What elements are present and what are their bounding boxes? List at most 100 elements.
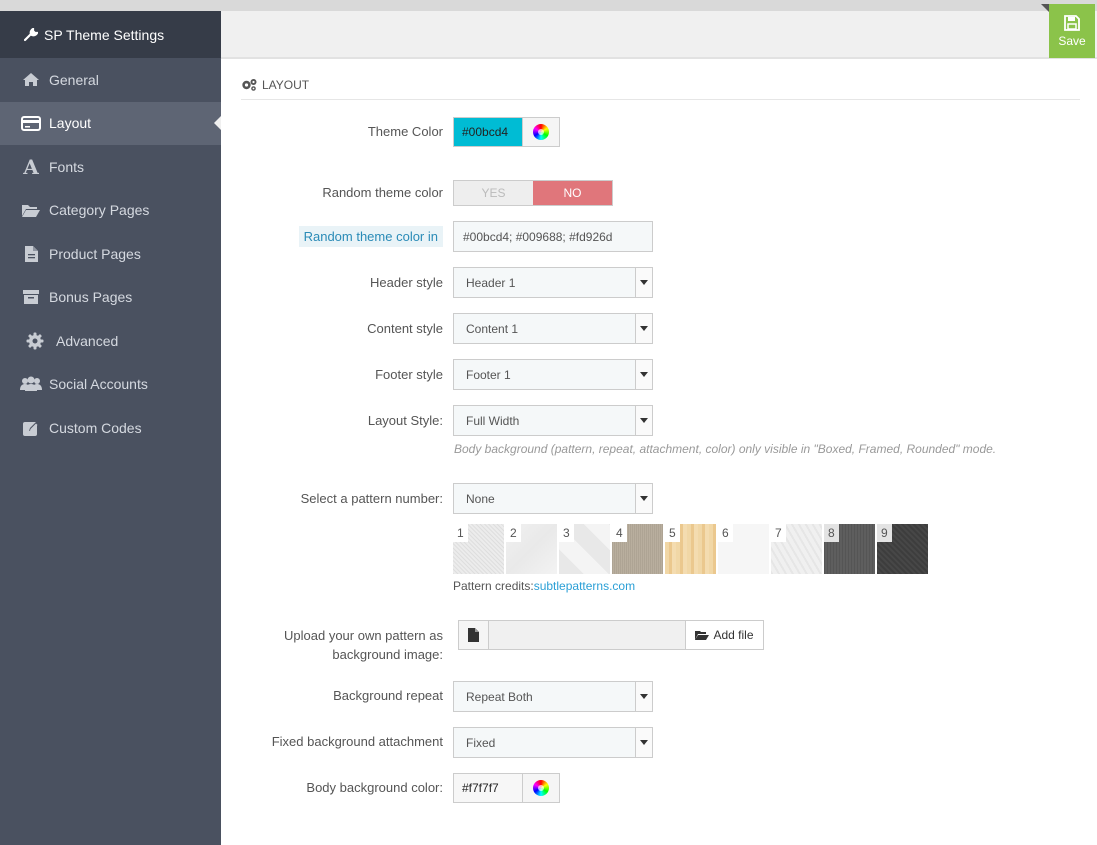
layout-style-help: Body background (pattern, repeat, attach… <box>454 442 997 456</box>
gear-icon <box>24 331 46 351</box>
pattern-number: 4 <box>612 524 627 542</box>
archive-icon <box>20 287 42 307</box>
toolbar-corner <box>1041 4 1049 12</box>
sidebar-item-layout[interactable]: Layout <box>0 101 221 145</box>
bg-attachment-select[interactable]: Fixed <box>453 727 653 758</box>
section-header: LAYOUT <box>241 76 1080 100</box>
upload-control: Add file <box>458 620 764 650</box>
pattern-label: Select a pattern number: <box>300 491 443 506</box>
theme-color-picker: #00bcd4 <box>453 117 560 147</box>
sidebar-item-label: Product Pages <box>49 245 141 262</box>
folder-open-icon <box>20 200 42 220</box>
save-button[interactable]: Save <box>1049 4 1095 58</box>
add-file-button[interactable]: Add file <box>685 621 763 649</box>
pattern-swatch[interactable]: 1 <box>453 524 504 574</box>
pattern-swatch[interactable]: 4 <box>612 524 663 574</box>
chevron-down-icon <box>635 406 652 435</box>
folder-open-icon <box>695 630 710 640</box>
pattern-swatches: 1 2 3 4 5 6 7 8 9 <box>453 524 930 574</box>
header-style-value: Header 1 <box>466 275 516 290</box>
body-bg-color-button[interactable] <box>522 774 559 802</box>
pattern-number: 9 <box>877 524 892 542</box>
chevron-down-icon <box>635 682 652 711</box>
pattern-swatch[interactable]: 7 <box>771 524 822 574</box>
pattern-swatch[interactable]: 6 <box>718 524 769 574</box>
toggle-yes[interactable]: YES <box>454 181 533 205</box>
font-icon: A <box>23 154 39 179</box>
sidebar-item-social-accounts[interactable]: Social Accounts <box>0 363 221 407</box>
pattern-swatch[interactable]: 9 <box>877 524 928 574</box>
pattern-select[interactable]: None <box>453 483 653 514</box>
file-icon <box>459 621 489 649</box>
body-bg-label: Body background color: <box>306 780 443 795</box>
sidebar-item-label: General <box>49 71 99 88</box>
random-colors-label-text: Random theme color in <box>298 226 443 247</box>
pattern-swatch[interactable]: 2 <box>506 524 557 574</box>
sidebar-title: SP Theme Settings <box>44 26 165 43</box>
bg-repeat-select[interactable]: Repeat Both <box>453 681 653 712</box>
header-style-label: Header style <box>370 275 443 290</box>
chevron-down-icon <box>635 268 652 297</box>
floppy-disk-icon <box>1064 14 1080 31</box>
body-bg-color-input[interactable]: #f7f7f7 <box>454 774 522 802</box>
chevron-down-icon <box>635 314 652 343</box>
pattern-value: None <box>466 491 495 506</box>
sidebar-item-bonus-pages[interactable]: Bonus Pages <box>0 276 221 320</box>
upload-label: Upload your own pattern as background im… <box>284 628 443 662</box>
pattern-credits-link[interactable]: subtlepatterns.com <box>534 579 635 593</box>
pattern-number: 5 <box>665 524 680 542</box>
theme-color-button[interactable] <box>522 118 559 146</box>
wrench-icon <box>24 27 38 41</box>
pattern-number: 2 <box>506 524 521 542</box>
random-theme-toggle: YES NO <box>453 180 613 206</box>
sidebar-item-label: Advanced <box>56 332 119 349</box>
layout-style-value: Full Width <box>466 413 520 428</box>
pattern-number: 1 <box>453 524 468 542</box>
sidebar-item-product-pages[interactable]: Product Pages <box>0 232 221 276</box>
add-file-label: Add file <box>713 628 754 642</box>
sidebar-item-advanced[interactable]: Advanced <box>0 319 221 363</box>
pattern-swatch[interactable]: 8 <box>824 524 875 574</box>
cogs-icon <box>242 79 257 91</box>
toggle-no[interactable]: NO <box>533 181 612 205</box>
pattern-credits: Pattern credits:subtlepatterns.com <box>453 579 635 593</box>
sidebar-item-label: Social Accounts <box>49 376 148 393</box>
chevron-down-icon <box>635 484 652 513</box>
sidebar-item-fonts[interactable]: A Fonts <box>0 145 221 189</box>
bg-attachment-label: Fixed background attachment <box>271 734 443 749</box>
sidebar-item-custom-codes[interactable]: Custom Codes <box>0 406 221 450</box>
bg-repeat-value: Repeat Both <box>466 689 533 704</box>
footer-style-select[interactable]: Footer 1 <box>453 359 653 390</box>
bg-attachment-value: Fixed <box>466 735 496 750</box>
content-style-select[interactable]: Content 1 <box>453 313 653 344</box>
file-icon <box>20 244 42 264</box>
layout-style-select[interactable]: Full Width <box>453 405 653 436</box>
sidebar-item-category-pages[interactable]: Category Pages <box>0 189 221 233</box>
save-label: Save <box>1058 33 1086 48</box>
sidebar-item-label: Custom Codes <box>49 419 142 436</box>
footer-style-value: Footer 1 <box>466 367 511 382</box>
pattern-swatch[interactable]: 3 <box>559 524 610 574</box>
theme-color-label: Theme Color <box>367 124 443 139</box>
bg-repeat-label: Background repeat <box>333 688 443 703</box>
toolbar <box>221 11 1097 59</box>
upload-file-field[interactable] <box>489 621 685 649</box>
theme-color-input[interactable]: #00bcd4 <box>454 118 522 146</box>
color-wheel-icon <box>533 780 549 796</box>
pattern-number: 6 <box>718 524 733 542</box>
pattern-swatch[interactable]: 5 <box>665 524 716 574</box>
sidebar-item-label: Fonts <box>49 158 85 175</box>
chevron-down-icon <box>635 360 652 389</box>
header-style-select[interactable]: Header 1 <box>453 267 653 298</box>
pattern-number: 7 <box>771 524 786 542</box>
content-style-label: Content style <box>367 321 443 336</box>
sidebar-item-label: Bonus Pages <box>49 289 133 306</box>
random-colors-input[interactable]: #00bcd4; #009688; #fd926d <box>453 221 653 252</box>
pattern-credits-label: Pattern credits: <box>453 579 534 593</box>
sidebar: SP Theme Settings General Layout A Fonts… <box>0 11 221 845</box>
chevron-down-icon <box>635 728 652 757</box>
section-title: LAYOUT <box>262 77 310 92</box>
sidebar-item-general[interactable]: General <box>0 58 221 102</box>
home-icon <box>20 70 42 90</box>
sidebar-header: SP Theme Settings <box>0 11 221 58</box>
